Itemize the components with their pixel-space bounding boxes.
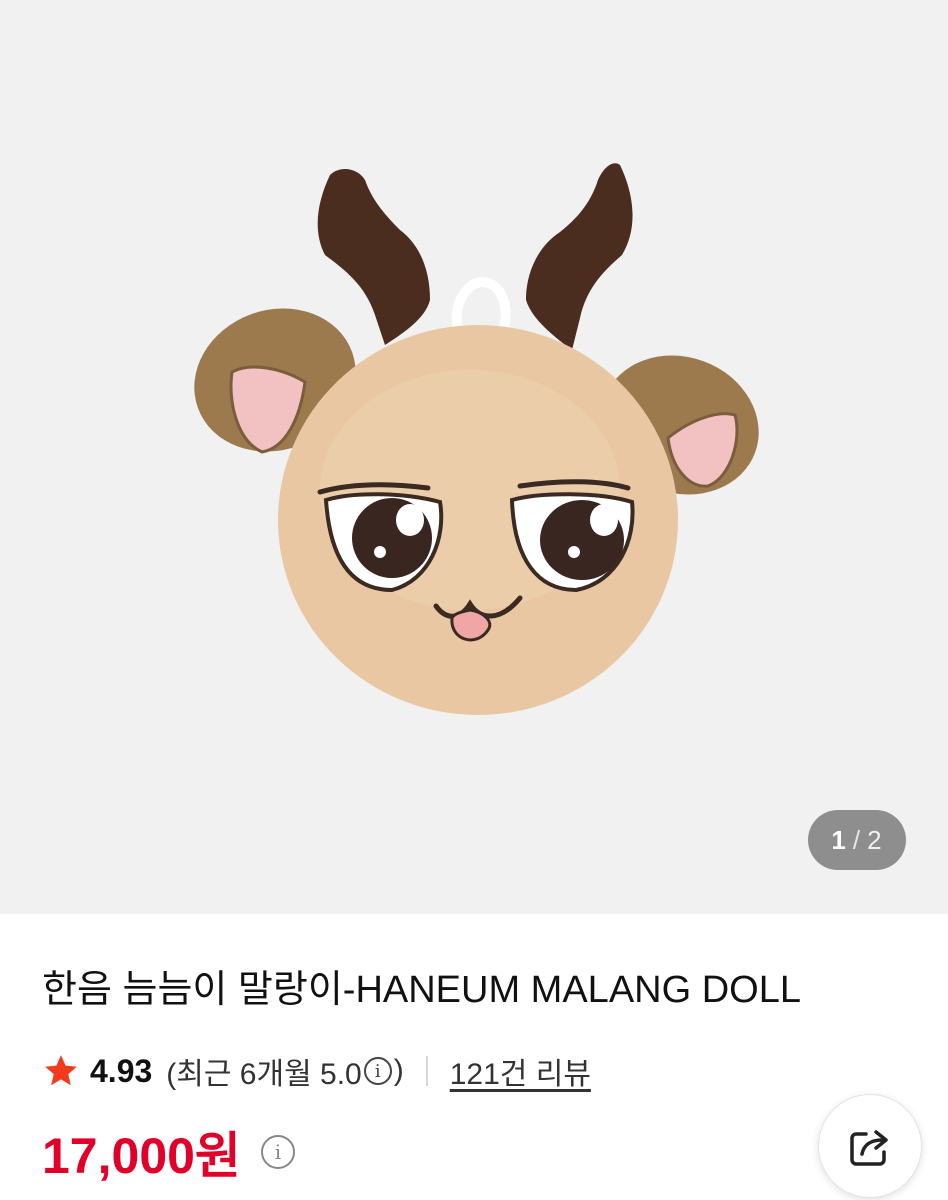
product-image-gallery[interactable]: 1 / 2 — [0, 0, 948, 914]
star-icon — [45, 1055, 77, 1086]
divider — [425, 1056, 428, 1086]
image-counter-total: 2 — [867, 824, 883, 855]
product-title: 한음 늠늠이 말랑이-HANEUM MALANG DOLL — [42, 969, 801, 1011]
price-row: 17,000원 i — [42, 1120, 295, 1184]
product-image — [194, 163, 759, 715]
rating-value: 4.93 — [90, 1052, 153, 1089]
recent-rating-close: ) — [393, 1054, 404, 1087]
share-icon — [850, 1130, 888, 1166]
image-counter-separator: / — [852, 824, 862, 855]
image-counter: 1 / 2 — [808, 810, 906, 870]
share-button[interactable] — [818, 1094, 922, 1198]
recent-rating-text: (최근 6개월 5.0 — [166, 1058, 362, 1091]
image-counter-current: 1 — [831, 824, 847, 855]
price-info-icon[interactable]: i — [260, 1135, 295, 1169]
info-icon[interactable]: i — [363, 1057, 392, 1085]
product-price: 17,000원 — [42, 1128, 241, 1184]
rating-row: 4.93 (최근 6개월 5.0 i ) 121건 리뷰 — [42, 1046, 591, 1096]
reviews-link[interactable]: 121건 리뷰 — [450, 1049, 591, 1093]
